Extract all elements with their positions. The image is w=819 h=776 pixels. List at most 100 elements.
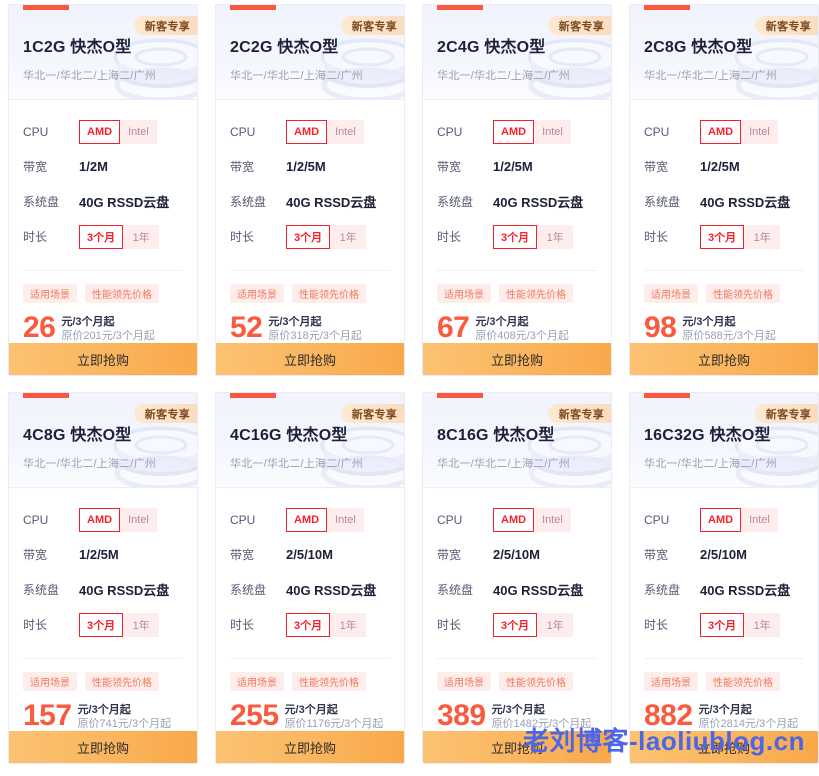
buy-now-button[interactable]: 立即抢购	[216, 731, 404, 763]
tag-leading-price[interactable]: 性能领先价格	[499, 672, 573, 691]
plan-card[interactable]: 新客专享 2C2G 快杰O型 华北一/华北二/上海二/广州 CPU AMD In…	[215, 4, 405, 376]
price-amount: 157	[23, 699, 72, 732]
plan-card[interactable]: 新客专享 2C8G 快杰O型 华北一/华北二/上海二/广州 CPU AMD In…	[629, 4, 819, 376]
cpu-option-amd[interactable]: AMD	[493, 507, 535, 532]
tag-leading-price[interactable]: 性能领先价格	[706, 672, 780, 691]
cpu-option-amd[interactable]: AMD	[493, 119, 535, 144]
cpu-option-amd[interactable]: AMD	[286, 507, 328, 532]
duration-option-3months[interactable]: 3个月	[493, 224, 538, 249]
duration-option-3months[interactable]: 3个月	[286, 224, 331, 249]
spec-value-bandwidth: 1/2/5M	[286, 159, 326, 174]
duration-option-1year[interactable]: 1年	[537, 224, 574, 249]
tag-leading-price[interactable]: 性能领先价格	[292, 672, 366, 691]
duration-option-1year[interactable]: 1年	[330, 224, 367, 249]
plan-card[interactable]: 新客专享 4C16G 快杰O型 华北一/华北二/上海二/广州 CPU AMD I…	[215, 392, 405, 764]
buy-now-button[interactable]: 立即抢购	[9, 343, 197, 375]
duration-option-3months[interactable]: 3个月	[79, 612, 124, 637]
price-original-label: 原价741元/3个月起	[77, 718, 172, 730]
duration-option-1year[interactable]: 1年	[123, 224, 160, 249]
spec-label-cpu: CPU	[230, 512, 256, 527]
cpu-option-intel[interactable]: Intel	[534, 119, 571, 144]
card-accent-bar	[644, 393, 690, 398]
spec-label-duration: 时长	[437, 618, 462, 632]
buy-now-button[interactable]: 立即抢购	[423, 343, 611, 375]
tag-use-scenario[interactable]: 适用场景	[644, 672, 698, 691]
duration-segmented-control[interactable]: 3个月 1年	[700, 612, 781, 637]
duration-segmented-control[interactable]: 3个月 1年	[286, 224, 367, 249]
spec-row-sysdisk: 系统盘 40G RSSD云盘	[437, 572, 597, 607]
card-accent-bar	[230, 393, 276, 398]
price-detail: 元/3个月起 原价588元/3个月起	[682, 314, 776, 343]
duration-segmented-control[interactable]: 3个月 1年	[79, 612, 160, 637]
duration-option-3months[interactable]: 3个月	[493, 612, 538, 637]
buy-now-button[interactable]: 立即抢购	[9, 731, 197, 763]
tag-leading-price[interactable]: 性能领先价格	[85, 284, 159, 303]
spec-label-sysdisk: 系统盘	[23, 195, 60, 209]
tag-use-scenario[interactable]: 适用场景	[23, 672, 77, 691]
cpu-segmented-control[interactable]: AMD Intel	[79, 507, 157, 532]
cpu-option-intel[interactable]: Intel	[120, 507, 157, 532]
plan-card[interactable]: 新客专享 16C32G 快杰O型 华北一/华北二/上海二/广州 CPU AMD …	[629, 392, 819, 764]
buy-now-button[interactable]: 立即抢购	[630, 731, 818, 763]
duration-segmented-control[interactable]: 3个月 1年	[493, 224, 574, 249]
duration-option-3months[interactable]: 3个月	[700, 612, 745, 637]
tag-use-scenario[interactable]: 适用场景	[644, 284, 698, 303]
tag-use-scenario[interactable]: 适用场景	[437, 284, 491, 303]
cpu-option-intel[interactable]: Intel	[327, 119, 364, 144]
cpu-segmented-control[interactable]: AMD Intel	[286, 507, 364, 532]
tag-use-scenario[interactable]: 适用场景	[230, 284, 284, 303]
tag-leading-price[interactable]: 性能领先价格	[499, 284, 573, 303]
cpu-segmented-control[interactable]: AMD Intel	[286, 119, 364, 144]
cpu-option-amd[interactable]: AMD	[79, 119, 121, 144]
cpu-option-amd[interactable]: AMD	[79, 507, 121, 532]
spec-label-sysdisk: 系统盘	[437, 195, 474, 209]
spec-row-sysdisk: 系统盘 40G RSSD云盘	[230, 184, 390, 219]
cpu-segmented-control[interactable]: AMD Intel	[700, 507, 778, 532]
card-accent-bar	[437, 5, 483, 10]
duration-option-3months[interactable]: 3个月	[700, 224, 745, 249]
plan-title: 16C32G 快杰O型	[644, 427, 771, 444]
duration-segmented-control[interactable]: 3个月 1年	[79, 224, 160, 249]
cpu-segmented-control[interactable]: AMD Intel	[700, 119, 778, 144]
duration-option-1year[interactable]: 1年	[330, 612, 367, 637]
plan-card[interactable]: 新客专享 4C8G 快杰O型 华北一/华北二/上海二/广州 CPU AMD In…	[8, 392, 198, 764]
cpu-option-amd[interactable]: AMD	[700, 119, 742, 144]
plan-region-list: 华北一/华北二/上海二/广州	[644, 458, 777, 470]
duration-segmented-control[interactable]: 3个月 1年	[286, 612, 367, 637]
duration-option-1year[interactable]: 1年	[123, 612, 160, 637]
tag-use-scenario[interactable]: 适用场景	[23, 284, 77, 303]
spec-label-duration: 时长	[644, 618, 669, 632]
duration-option-1year[interactable]: 1年	[537, 612, 574, 637]
spec-list: CPU AMD Intel 带宽 2/5/10M 系统盘 40G RSSD云盘 …	[630, 488, 818, 652]
tag-leading-price[interactable]: 性能领先价格	[706, 284, 780, 303]
buy-now-button[interactable]: 立即抢购	[216, 343, 404, 375]
price-unit-label: 元/3个月起	[682, 316, 736, 328]
tag-use-scenario[interactable]: 适用场景	[437, 672, 491, 691]
buy-now-button[interactable]: 立即抢购	[423, 731, 611, 763]
duration-option-1year[interactable]: 1年	[744, 224, 781, 249]
cpu-option-amd[interactable]: AMD	[700, 507, 742, 532]
new-customer-badge: 新客专享	[133, 16, 197, 35]
plan-card[interactable]: 新客专享 1C2G 快杰O型 华北一/华北二/上海二/广州 CPU AMD In…	[8, 4, 198, 376]
duration-option-3months[interactable]: 3个月	[79, 224, 124, 249]
tag-leading-price[interactable]: 性能领先价格	[85, 672, 159, 691]
duration-segmented-control[interactable]: 3个月 1年	[493, 612, 574, 637]
cpu-option-intel[interactable]: Intel	[534, 507, 571, 532]
duration-option-1year[interactable]: 1年	[744, 612, 781, 637]
tag-leading-price[interactable]: 性能领先价格	[292, 284, 366, 303]
plan-title: 4C8G 快杰O型	[23, 427, 132, 444]
cpu-option-intel[interactable]: Intel	[327, 507, 364, 532]
duration-option-3months[interactable]: 3个月	[286, 612, 331, 637]
cpu-segmented-control[interactable]: AMD Intel	[79, 119, 157, 144]
cpu-segmented-control[interactable]: AMD Intel	[493, 507, 571, 532]
buy-now-button[interactable]: 立即抢购	[630, 343, 818, 375]
duration-segmented-control[interactable]: 3个月 1年	[700, 224, 781, 249]
cpu-segmented-control[interactable]: AMD Intel	[493, 119, 571, 144]
plan-card[interactable]: 新客专享 2C4G 快杰O型 华北一/华北二/上海二/广州 CPU AMD In…	[422, 4, 612, 376]
cpu-option-amd[interactable]: AMD	[286, 119, 328, 144]
cpu-option-intel[interactable]: Intel	[120, 119, 157, 144]
cpu-option-intel[interactable]: Intel	[741, 119, 778, 144]
plan-card[interactable]: 新客专享 8C16G 快杰O型 华北一/华北二/上海二/广州 CPU AMD I…	[422, 392, 612, 764]
tag-use-scenario[interactable]: 适用场景	[230, 672, 284, 691]
cpu-option-intel[interactable]: Intel	[741, 507, 778, 532]
